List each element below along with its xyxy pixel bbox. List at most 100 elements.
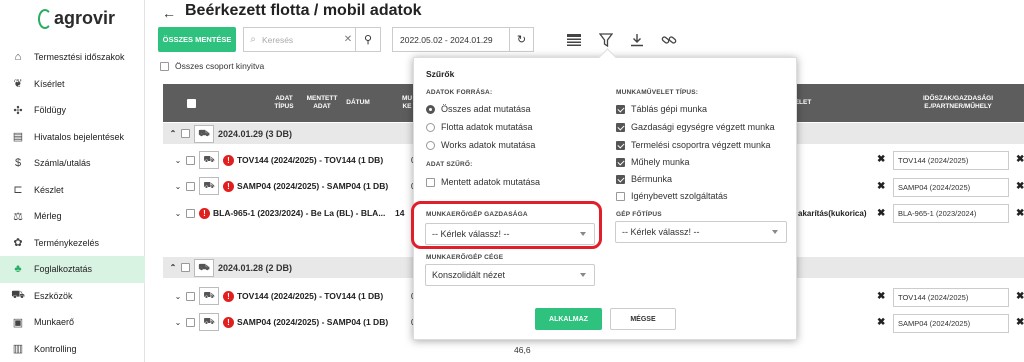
source-option-works[interactable]: Works adatok mutatása xyxy=(426,140,535,150)
refresh-button[interactable]: ↻ xyxy=(509,27,534,52)
row-checkbox[interactable] xyxy=(186,317,195,327)
op-type-option[interactable]: Bérmunka xyxy=(616,174,672,184)
link-icon[interactable] xyxy=(658,29,680,51)
row-name: TOV144 (2024/2025) - TOV144 (1 DB) xyxy=(237,291,384,301)
chevron-up-icon[interactable]: ⌃ xyxy=(168,263,178,272)
search-button[interactable]: ⚲ xyxy=(356,27,381,52)
remove-icon[interactable]: ✖ xyxy=(877,208,885,219)
row-checkbox[interactable] xyxy=(186,208,195,218)
back-arrow-icon[interactable]: ← xyxy=(162,5,176,21)
sidebar-item-label: Hivatalos bejelentések xyxy=(34,131,125,142)
owner-select[interactable]: -- Kérlek válassz! -- xyxy=(425,223,595,245)
remove-icon[interactable]: ✖ xyxy=(1016,208,1024,219)
sidebar-item-termesztesi-idoszakok[interactable]: ⌂ Termesztési időszakok xyxy=(0,44,145,71)
group-checkbox[interactable] xyxy=(181,129,190,138)
sidebar-item-foldugy[interactable]: ✣ Földügy xyxy=(0,97,145,124)
select-all-checkbox[interactable] xyxy=(183,84,199,122)
row-checkbox[interactable] xyxy=(186,181,195,191)
source-option-fleet[interactable]: Flotta adatok mutatása xyxy=(426,122,533,132)
col-adat-tipus[interactable]: ADAT TÍPUS xyxy=(268,84,300,122)
saved-only-option[interactable]: Mentett adatok mutatása xyxy=(426,177,540,187)
sidebar-item-kiserlet[interactable]: ❦ Kísérlet xyxy=(0,71,145,98)
row-checkbox[interactable] xyxy=(186,155,195,165)
radio[interactable] xyxy=(426,140,435,150)
remove-icon[interactable]: ✖ xyxy=(1016,291,1024,302)
group-label: 2024.01.29 (3 DB) xyxy=(218,128,293,139)
save-all-button[interactable]: ÖSSZES MENTÉSE xyxy=(158,27,236,52)
col-mu[interactable]: MU KE xyxy=(401,84,413,122)
caret-down-icon xyxy=(580,273,586,277)
op-type-option[interactable]: Termelési csoportra végzett munka xyxy=(616,140,771,150)
checkbox-checked[interactable] xyxy=(616,122,625,132)
sidebar-item-foglalkoztatas[interactable]: ♣ Foglalkoztatás xyxy=(0,256,145,283)
op-type-option[interactable]: Műhely munka xyxy=(616,157,690,167)
machine-type-value: -- Kérlek válassz! -- xyxy=(622,227,700,237)
radio-selected[interactable] xyxy=(426,104,435,114)
apply-button[interactable]: ALKALMAZ xyxy=(535,308,602,330)
col-datum[interactable]: DÁTUM xyxy=(343,84,373,122)
sidebar-item-kontrolling[interactable]: ▥ Kontrolling xyxy=(0,336,145,362)
sidebar-item-hivatalos-bejelentesek[interactable]: ▤ Hivatalos bejelentések xyxy=(0,124,145,151)
date-range-input[interactable]: 2022.05.02 - 2024.01.29 xyxy=(392,27,510,52)
columns-icon[interactable] xyxy=(563,29,585,51)
clear-icon[interactable]: ✕ xyxy=(341,34,355,45)
op-type-option[interactable]: Táblás gépi munka xyxy=(616,104,707,114)
expand-all-checkbox[interactable] xyxy=(160,61,169,71)
expand-all-toggle[interactable]: Összes csoport kinyitva xyxy=(160,61,264,71)
group-checkbox[interactable] xyxy=(181,263,190,272)
checkbox-checked[interactable] xyxy=(616,157,625,167)
company-select[interactable]: Konszolidált nézet xyxy=(425,264,595,286)
remove-icon[interactable]: ✖ xyxy=(877,291,885,302)
group-thumbnail-icon: ⛟ xyxy=(194,258,214,277)
sidebar: agrovir ⌂ Termesztési időszakok ❦ Kísérlet… xyxy=(0,0,145,362)
remove-icon[interactable]: ✖ xyxy=(1016,317,1024,328)
checkbox-checked[interactable] xyxy=(616,140,625,150)
remove-icon[interactable]: ✖ xyxy=(1016,154,1024,165)
op-type-option[interactable]: Igénybevett szolgáltatás xyxy=(616,191,728,201)
checkbox-checked[interactable] xyxy=(616,104,625,114)
source-option-all[interactable]: Összes adat mutatása xyxy=(426,104,531,114)
sidebar-item-eszkozok[interactable]: ⛟ Eszközök xyxy=(0,283,145,310)
sidebar-item-szamla-utalas[interactable]: $ Számla/utalás xyxy=(0,150,145,177)
machine-type-select[interactable]: -- Kérlek válassz! -- xyxy=(615,221,787,243)
checkbox-checked[interactable] xyxy=(616,174,625,184)
sidebar-item-label: Foglalkoztatás xyxy=(34,264,93,275)
search-field[interactable]: ⌕ Keresés ✕ xyxy=(243,27,356,52)
app-logo[interactable]: agrovir xyxy=(38,8,115,29)
col-idoszak[interactable]: IDŐSZAK/GAZDASÁGI E./PARTNER/MŰHELY xyxy=(898,84,1018,122)
remove-icon[interactable]: ✖ xyxy=(877,317,885,328)
period-field[interactable]: SAMP04 (2024/2025) xyxy=(893,314,1009,333)
sidebar-item-label: Terménykezelés xyxy=(34,237,100,248)
chevron-down-icon[interactable]: ⌄ xyxy=(173,209,183,218)
sidebar-item-termenykezeles[interactable]: ✿ Terménykezelés xyxy=(0,230,145,257)
saved-only-checkbox[interactable] xyxy=(426,177,435,187)
remove-icon[interactable]: ✖ xyxy=(1016,181,1024,192)
remove-icon[interactable]: ✖ xyxy=(877,181,885,192)
row-checkbox[interactable] xyxy=(186,291,195,301)
download-icon[interactable] xyxy=(626,29,648,51)
sidebar-item-munkaero[interactable]: ▣ Munkaerő xyxy=(0,309,145,336)
sidebar-item-keszlet[interactable]: ⊏ Készlet xyxy=(0,177,145,204)
chevron-down-icon[interactable]: ⌄ xyxy=(173,318,183,327)
filter-icon[interactable] xyxy=(595,29,617,51)
checkbox[interactable] xyxy=(616,191,625,201)
sidebar-item-merleg[interactable]: ⚖ Mérleg xyxy=(0,203,145,230)
chevron-up-icon[interactable]: ⌃ xyxy=(168,129,178,138)
period-field[interactable]: SAMP04 (2024/2025) xyxy=(893,178,1009,197)
chevron-down-icon[interactable]: ⌄ xyxy=(173,182,183,191)
search-input[interactable]: Keresés xyxy=(262,35,341,45)
crop-icon: ✿ xyxy=(13,237,23,250)
op-type-option[interactable]: Gazdasági egységre végzett munka xyxy=(616,122,775,132)
cancel-button[interactable]: MÉGSE xyxy=(610,308,676,330)
chevron-down-icon[interactable]: ⌄ xyxy=(173,292,183,301)
col-mentett-adat[interactable]: MENTETT ADAT xyxy=(305,84,339,122)
period-field[interactable]: BLA-965-1 (2023/2024) xyxy=(893,204,1009,223)
radio[interactable] xyxy=(426,122,435,132)
period-field[interactable]: TOV144 (2024/2025) xyxy=(893,151,1009,170)
remove-icon[interactable]: ✖ xyxy=(877,154,885,165)
period-field[interactable]: TOV144 (2024/2025) xyxy=(893,288,1009,307)
chevron-down-icon[interactable]: ⌄ xyxy=(173,156,183,165)
chart-icon: ▥ xyxy=(12,343,24,356)
tractor-icon: ⛟ xyxy=(11,288,25,301)
sidebar-item-label: Készlet xyxy=(34,184,64,195)
